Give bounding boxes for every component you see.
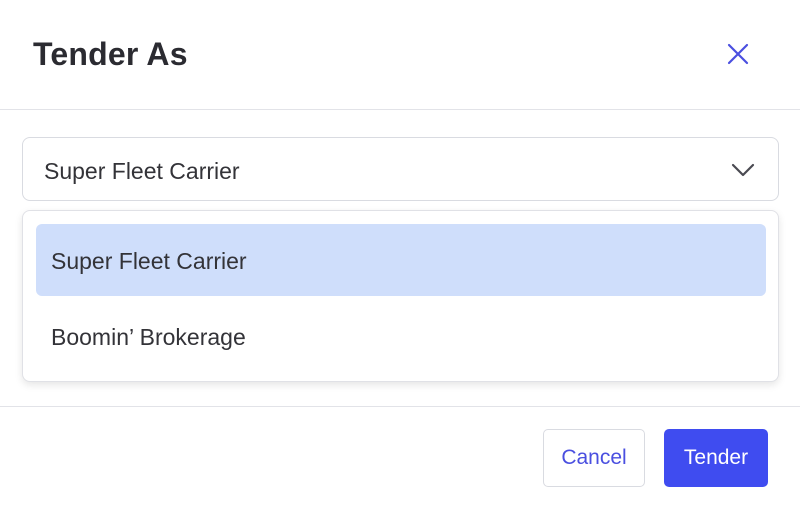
tender-button[interactable]: Tender xyxy=(664,429,768,487)
tender-as-dialog: Tender As Super Fleet Carrier Super Flee… xyxy=(0,0,800,511)
footer-divider xyxy=(0,406,800,407)
chevron-down-icon xyxy=(730,158,756,182)
select-dropdown-menu: Super Fleet Carrier Boomin’ Brokerage xyxy=(22,210,779,382)
option-boomin-brokerage[interactable]: Boomin’ Brokerage xyxy=(36,300,766,372)
dialog-title: Tender As xyxy=(33,36,188,72)
option-label: Super Fleet Carrier xyxy=(51,248,247,274)
dialog-header: Tender As xyxy=(0,0,800,110)
cancel-button[interactable]: Cancel xyxy=(543,429,645,487)
option-label: Boomin’ Brokerage xyxy=(51,324,246,350)
close-button[interactable] xyxy=(718,36,758,76)
option-super-fleet-carrier[interactable]: Super Fleet Carrier xyxy=(36,224,766,296)
carrier-select[interactable]: Super Fleet Carrier xyxy=(22,137,779,201)
select-value: Super Fleet Carrier xyxy=(44,158,240,184)
close-icon xyxy=(726,42,750,71)
